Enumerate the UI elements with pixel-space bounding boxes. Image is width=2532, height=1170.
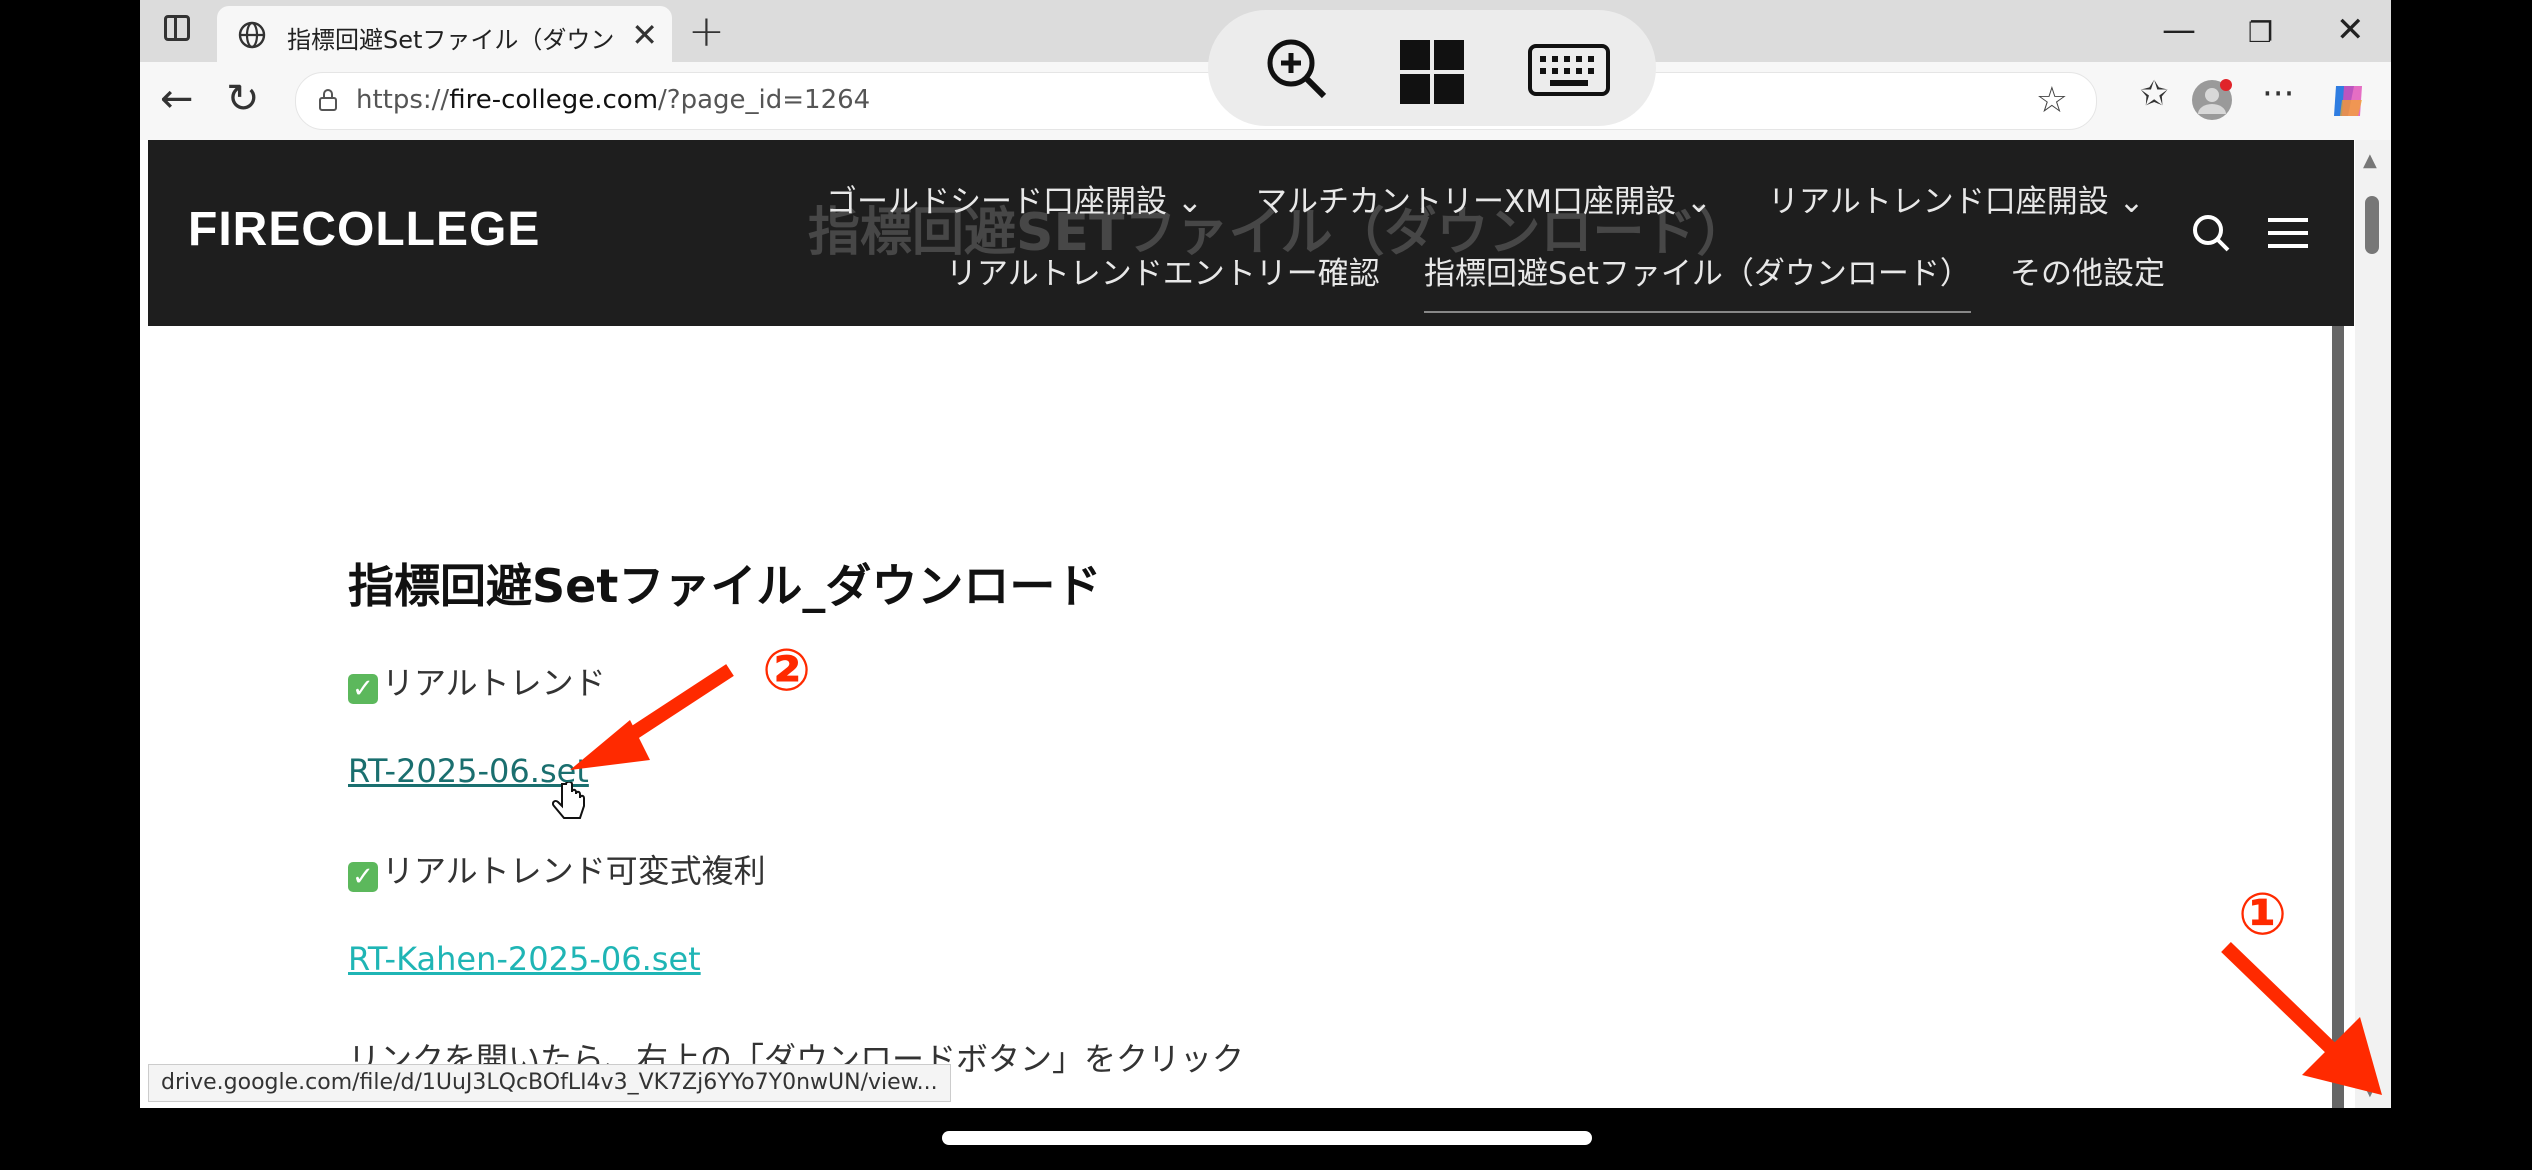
back-icon[interactable]: ← — [160, 76, 194, 122]
nav-indicator-avoid-set[interactable]: 指標回避Setファイル（ダウンロード） — [1424, 248, 1971, 313]
nav-gold-seed[interactable]: ゴールドシード口座開設 ⌄ — [826, 176, 1203, 221]
remote-control-overlay — [1208, 10, 1656, 126]
lock-icon — [319, 89, 337, 111]
copilot-icon[interactable] — [2328, 80, 2370, 122]
annotation-arrow-2 — [570, 664, 734, 770]
nav-real-trend-account[interactable]: リアルトレンド口座開設 ⌄ — [1768, 176, 2145, 221]
sidebar-toggle-icon[interactable] — [164, 15, 190, 41]
windows-start-icon[interactable] — [1400, 40, 1464, 104]
search-icon[interactable] — [2190, 212, 2232, 254]
section-real-trend-kahen: ✓ リアルトレンド可変式複利 — [348, 846, 766, 892]
browser-window: 指標回避Setファイル（ダウンロード） ✕ + — ❐ ✕ ← ↻ https:… — [140, 0, 2391, 1108]
status-bar-url: drive.google.com/file/d/1UuJ3LQcBOfLI4v3… — [148, 1064, 951, 1102]
check-mark-icon: ✓ — [348, 862, 378, 892]
new-tab-icon[interactable]: + — [688, 6, 725, 57]
url-text: https://fire-college.com/?page_id=1264 — [356, 85, 871, 115]
nav-real-trend-entry[interactable]: リアルトレンドエントリー確認 — [946, 248, 1380, 293]
nav-multi-country-xm[interactable]: マルチカントリーXM口座開設 ⌄ — [1256, 176, 1712, 221]
site-header: 指標回避SETファイル（ダウンロード） FIRECOLLEGE ゴールドシード口… — [148, 140, 2354, 326]
close-window-icon[interactable]: ✕ — [2336, 10, 2365, 50]
link-rt-kahen-set[interactable]: RT-Kahen-2025-06.set — [348, 940, 701, 978]
favorite-star-icon[interactable]: ☆ — [2036, 80, 2068, 121]
section-real-trend: ✓ リアルトレンド — [348, 658, 606, 704]
nav-other-settings[interactable]: その他設定 — [2010, 248, 2165, 293]
tab-active[interactable]: 指標回避Setファイル（ダウンロード） ✕ — [217, 6, 672, 62]
site-logo[interactable]: FIRECOLLEGE — [188, 202, 540, 257]
home-indicator[interactable] — [942, 1131, 1592, 1145]
more-options-icon[interactable]: ··· — [2262, 74, 2294, 114]
zoom-in-icon[interactable] — [1264, 36, 1328, 100]
web-page: 指標回避SETファイル（ダウンロード） FIRECOLLEGE ゴールドシード口… — [140, 140, 2355, 1108]
annotation-number-2: ② — [762, 636, 812, 704]
minimize-icon[interactable]: — — [2162, 10, 2196, 50]
scrollbar-thumb[interactable] — [2365, 196, 2379, 254]
close-tab-icon[interactable]: ✕ — [631, 16, 658, 54]
keyboard-icon[interactable] — [1528, 44, 1610, 96]
favorites-icon[interactable]: ✩ — [2140, 74, 2169, 114]
hand-cursor-icon — [552, 782, 585, 819]
restore-icon[interactable]: ❐ — [2248, 16, 2273, 49]
globe-icon — [238, 21, 266, 49]
hamburger-menu-icon[interactable] — [2266, 212, 2310, 254]
article-heading: 指標回避Setファイル_ダウンロード — [348, 559, 1102, 613]
tab-title: 指標回避Setファイル（ダウンロード） — [287, 26, 617, 54]
address-bar[interactable]: https://fire-college.com/?page_id=1264 ☆ — [295, 72, 2097, 130]
scroll-up-arrow-icon[interactable]: ▲ — [2363, 150, 2377, 171]
refresh-icon[interactable]: ↻ — [226, 76, 260, 122]
check-mark-icon: ✓ — [348, 674, 378, 704]
profile-avatar-icon[interactable] — [2190, 78, 2234, 122]
annotation-arrow-1 — [2221, 941, 2382, 1095]
